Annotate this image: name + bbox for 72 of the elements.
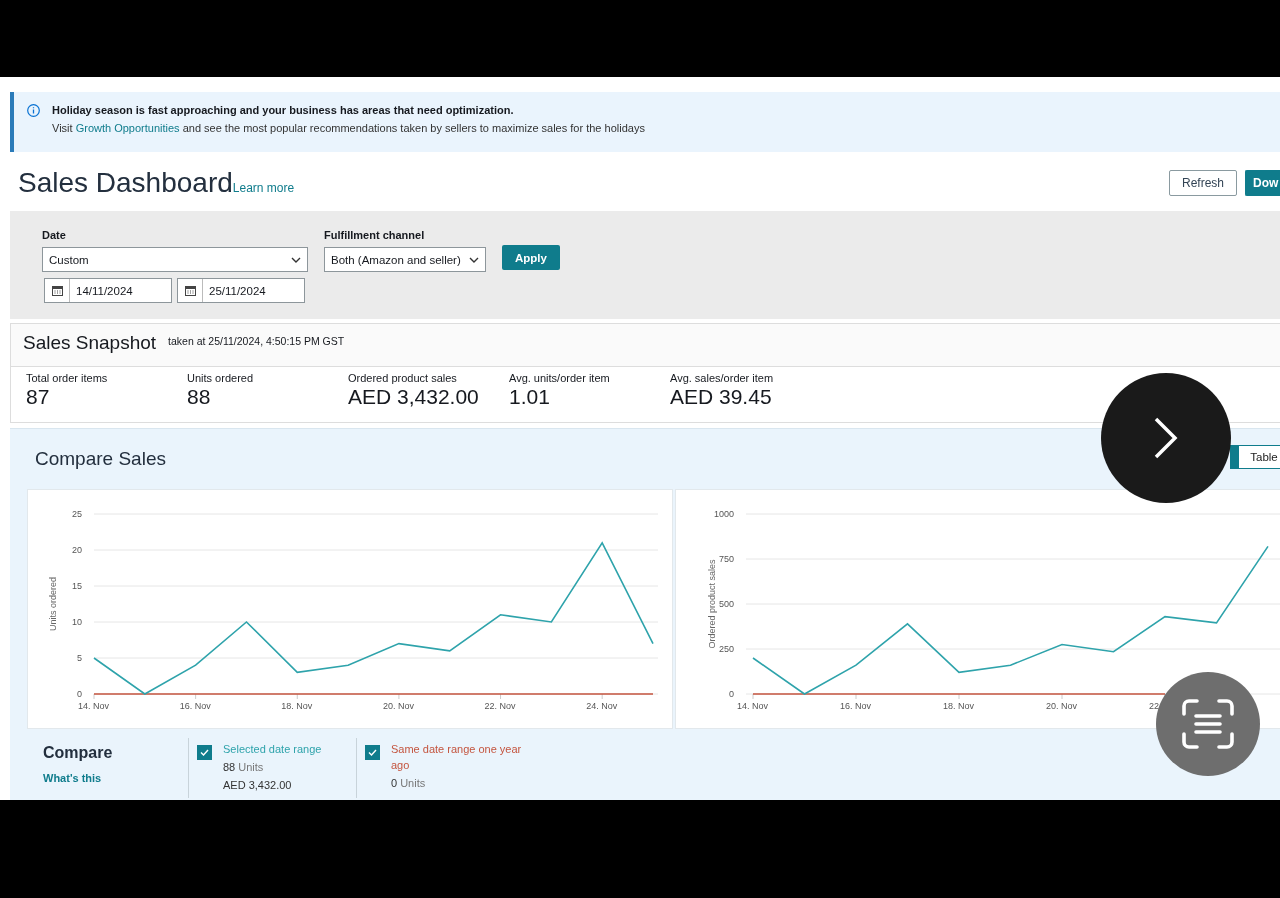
checkbox[interactable] bbox=[197, 745, 212, 760]
banner-title: Holiday season is fast approaching and your business has areas that need optimization. bbox=[52, 104, 515, 116]
metric-value: 1.01 bbox=[509, 385, 551, 409]
fulfillment-channel-select[interactable]: Both (Amazon and seller) bbox=[324, 247, 486, 272]
end-date-field[interactable]: 25/11/2024 bbox=[177, 278, 305, 303]
x-tick-label: 20. Nov bbox=[382, 701, 414, 711]
date-select[interactable]: Custom bbox=[42, 247, 308, 272]
refresh-button[interactable]: Refresh bbox=[1168, 170, 1237, 196]
y-tick-label: 250 bbox=[718, 644, 734, 654]
y-tick-label: 1000 bbox=[713, 509, 734, 519]
metric-label: Total order items bbox=[26, 372, 109, 384]
chevron-down-icon bbox=[469, 256, 479, 263]
view-toggle-button[interactable] bbox=[1230, 445, 1238, 469]
x-tick-label: 16. Nov bbox=[840, 701, 872, 711]
y-axis-title: Units ordered bbox=[48, 577, 58, 631]
scan-text-icon bbox=[1180, 698, 1236, 750]
apply-button[interactable]: Apply bbox=[502, 245, 560, 270]
x-tick-label: 18. Nov bbox=[943, 701, 975, 711]
fulfillment-channel-label: Fulfillment channel bbox=[324, 229, 426, 241]
x-tick-label: 14. Nov bbox=[78, 701, 110, 711]
info-icon bbox=[27, 104, 40, 117]
x-tick-label: 18. Nov bbox=[281, 701, 313, 711]
compare-title: Compare bbox=[43, 744, 114, 762]
y-tick-label: 10 bbox=[72, 617, 82, 627]
y-tick-label: 750 bbox=[718, 554, 734, 564]
units-label: Units bbox=[400, 776, 426, 791]
metric-value: AED 39.45 bbox=[670, 385, 773, 409]
view-toggle-button[interactable]: Table bbox=[1238, 445, 1280, 469]
whats-this-link[interactable]: What's this bbox=[43, 772, 188, 784]
metric-value: AED 3,432.00 bbox=[348, 385, 480, 409]
x-tick-label: 14. Nov bbox=[737, 701, 769, 711]
units-label: Units bbox=[238, 760, 264, 775]
page-title: Sales Dashboard bbox=[18, 167, 233, 199]
growth-opportunities-link[interactable]: Growth Opportunities bbox=[75, 122, 180, 134]
y-tick-label: 15 bbox=[72, 581, 82, 591]
y-tick-label: 0 bbox=[729, 689, 734, 699]
section-title: Compare Sales bbox=[35, 448, 166, 470]
checkmark-icon bbox=[368, 749, 377, 756]
x-tick-label: 20. Nov bbox=[1046, 701, 1078, 711]
metric-label: Avg. units/order item bbox=[509, 372, 611, 384]
y-tick-label: 20 bbox=[72, 545, 82, 555]
legend-label: Selected date range bbox=[223, 742, 323, 757]
chevron-right-icon bbox=[1152, 416, 1180, 460]
sales-amount: AED 3,432.00 bbox=[223, 778, 293, 793]
calendar-icon bbox=[184, 285, 196, 296]
y-tick-label: 25 bbox=[72, 509, 82, 519]
y-tick-label: 5 bbox=[77, 653, 82, 663]
checkbox[interactable] bbox=[365, 745, 380, 760]
snapshot-title: Sales Snapshot bbox=[23, 332, 157, 354]
metric-value: 87 bbox=[26, 385, 51, 409]
y-tick-label: 500 bbox=[718, 599, 734, 609]
units-count: 88 bbox=[223, 760, 236, 775]
y-tick-label: 0 bbox=[77, 689, 82, 699]
y-axis-title: Ordered product sales bbox=[707, 559, 717, 649]
start-date-field[interactable]: 14/11/2024 bbox=[44, 278, 172, 303]
checkmark-icon bbox=[200, 749, 209, 756]
metric-label: Ordered product sales bbox=[348, 372, 458, 384]
metric-label: Units ordered bbox=[187, 372, 255, 384]
chevron-down-icon bbox=[291, 256, 301, 263]
x-tick-label: 22. Nov bbox=[484, 701, 516, 711]
legend-label: Same date range one year ago bbox=[391, 742, 523, 773]
date-label: Date bbox=[42, 229, 67, 241]
x-tick-label: 24. Nov bbox=[586, 701, 618, 711]
units-count: 0 bbox=[391, 776, 398, 791]
metric-value: 88 bbox=[187, 385, 212, 409]
learn-more-link[interactable]: Learn more bbox=[232, 180, 295, 195]
metric-label: Avg. sales/order item bbox=[670, 372, 775, 384]
x-tick-label: 16. Nov bbox=[179, 701, 211, 711]
download-button[interactable]: Dow bbox=[1245, 170, 1280, 196]
banner-message: Visit Growth Opportunities and see the most popular recommendations taken by sellers to maximize sales for the holidays bbox=[52, 122, 645, 134]
calendar-icon bbox=[51, 285, 63, 296]
snapshot-timestamp: taken at 25/11/2024, 4:50:15 PM GST bbox=[168, 335, 345, 347]
